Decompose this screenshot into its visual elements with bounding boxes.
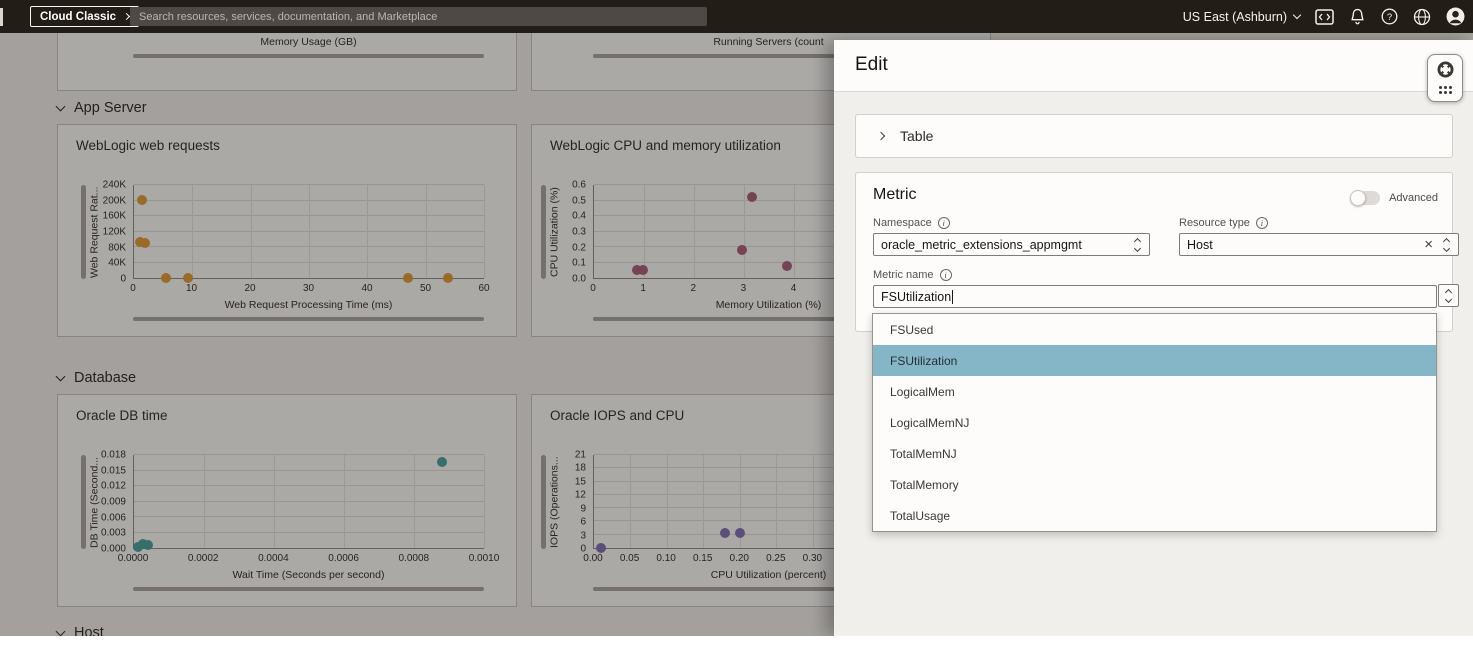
dropdown-option-LogicalMemNJ[interactable]: LogicalMemNJ — [873, 407, 1436, 438]
top-navigation-bar: Cloud Classic US East (Ashburn) ? — [0, 0, 1473, 33]
namespace-value: oracle_metric_extensions_appmgmt — [881, 238, 1133, 252]
cloud-classic-button[interactable]: Cloud Classic — [30, 6, 139, 27]
dropdown-option-TotalMemory[interactable]: TotalMemory — [873, 469, 1436, 500]
help-icon[interactable]: ? — [1381, 8, 1398, 25]
language-globe-icon[interactable] — [1413, 8, 1431, 26]
metric-name-input[interactable]: FSUtilization — [873, 285, 1437, 308]
text-cursor — [952, 290, 953, 304]
resource-type-combobox[interactable]: Host × — [1179, 233, 1459, 256]
region-selector[interactable]: US East (Ashburn) — [1183, 10, 1300, 24]
table-section-label: Table — [900, 128, 933, 144]
metric-name-dropdown: FSUsedFSUtilizationLogicalMemLogicalMemN… — [872, 313, 1437, 532]
window-edge-fragment — [0, 8, 3, 26]
drawer-header: Edit — [834, 40, 1473, 92]
dropdown-option-FSUtilization[interactable]: FSUtilization — [873, 345, 1436, 376]
dropdown-option-TotalMemNJ[interactable]: TotalMemNJ — [873, 438, 1436, 469]
table-collapsible-section[interactable]: Table — [855, 114, 1453, 158]
oracle-cloud-console: Cloud Classic US East (Ashburn) ? — [0, 0, 1473, 648]
namespace-label-row: Namespace i — [873, 217, 950, 229]
advanced-toggle-group: Advanced — [1350, 191, 1438, 205]
clear-icon[interactable]: × — [1424, 237, 1433, 252]
expand-arrows-icon — [1444, 290, 1453, 302]
edit-drawer-panel: Edit Table Metric Advanced Namespace i o… — [834, 40, 1473, 636]
info-icon[interactable]: i — [1256, 217, 1268, 229]
developer-tools-icon[interactable] — [1315, 8, 1334, 26]
info-icon[interactable]: i — [940, 269, 952, 281]
dropdown-option-LogicalMem[interactable]: LogicalMem — [873, 376, 1436, 407]
svg-text:?: ? — [1387, 12, 1392, 23]
metric-section-card: Metric Advanced Namespace i oracle_metri… — [855, 172, 1453, 332]
topbar-right-cluster: US East (Ashburn) ? — [1183, 0, 1465, 33]
chevron-down-icon — [1293, 11, 1301, 19]
resource-type-label: Resource type — [1179, 217, 1250, 229]
resource-type-label-row: Resource type i — [1179, 217, 1268, 229]
dropdown-option-FSUsed[interactable]: FSUsed — [873, 314, 1436, 345]
notifications-icon[interactable] — [1349, 8, 1366, 25]
metric-heading: Metric — [873, 186, 917, 204]
advanced-toggle[interactable] — [1350, 191, 1380, 205]
drag-handle-dots-icon — [1439, 86, 1452, 94]
chevron-right-icon — [877, 132, 885, 140]
expand-arrows-icon[interactable] — [1133, 239, 1142, 251]
metric-name-label: Metric name — [873, 269, 934, 281]
toggle-knob — [1350, 190, 1366, 206]
resource-type-value: Host — [1187, 238, 1424, 252]
user-avatar-icon[interactable] — [1446, 7, 1465, 26]
namespace-label: Namespace — [873, 217, 932, 229]
dropdown-option-TotalUsage[interactable]: TotalUsage — [873, 500, 1436, 531]
drawer-title: Edit — [855, 54, 888, 76]
help-widget-button[interactable] — [1427, 54, 1463, 102]
bottom-white-strip — [0, 636, 1473, 648]
expand-arrows-icon[interactable] — [1442, 239, 1451, 251]
metric-name-spinner[interactable] — [1438, 284, 1459, 307]
namespace-combobox[interactable]: oracle_metric_extensions_appmgmt — [873, 233, 1150, 256]
info-icon[interactable]: i — [938, 217, 950, 229]
metric-name-label-row: Metric name i — [873, 269, 952, 281]
region-label: US East (Ashburn) — [1183, 10, 1287, 24]
metric-name-value: FSUtilization — [881, 290, 951, 304]
advanced-label: Advanced — [1389, 192, 1438, 204]
life-ring-icon — [1437, 61, 1454, 78]
brand-label: Cloud Classic — [40, 11, 116, 23]
global-search-input[interactable] — [130, 7, 707, 26]
